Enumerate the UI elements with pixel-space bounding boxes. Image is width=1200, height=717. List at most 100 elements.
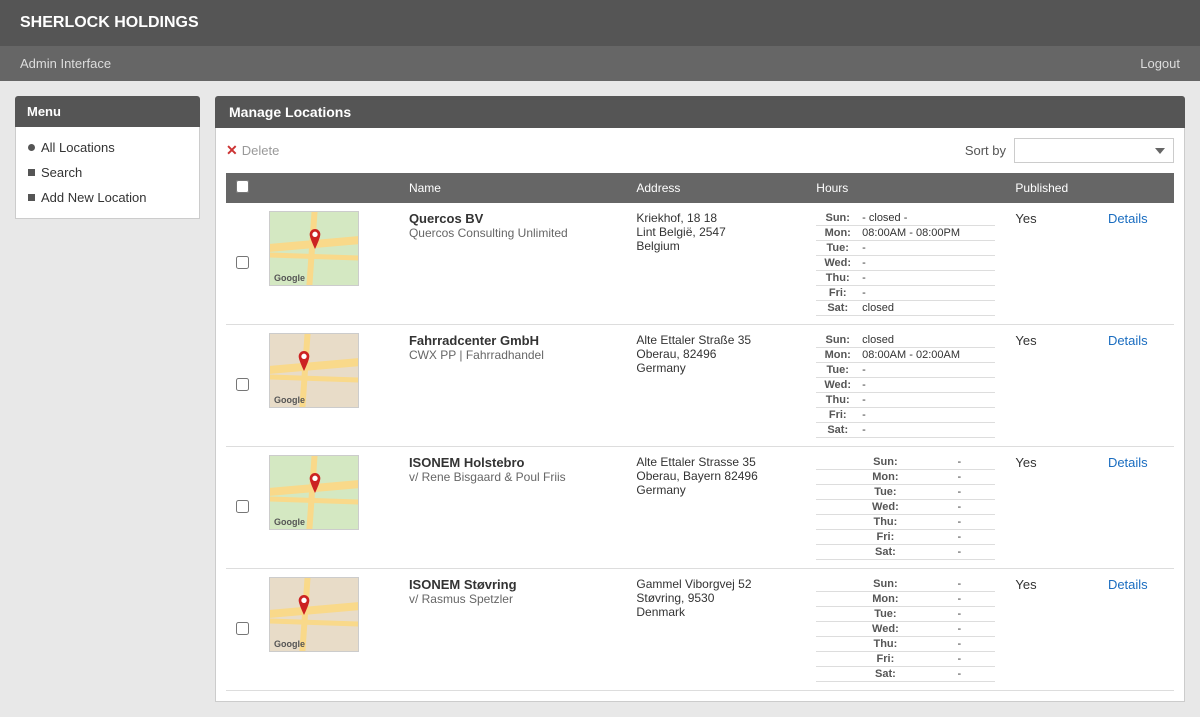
details-link[interactable]: Details <box>1108 211 1148 226</box>
row-checkbox[interactable] <box>236 256 249 269</box>
logout-button[interactable]: Logout <box>1140 56 1180 71</box>
sidebar-item-search[interactable]: Search <box>16 160 199 185</box>
time-value: closed <box>859 333 995 348</box>
hours-row: Thu: - <box>816 515 995 530</box>
hours-table: Sun: - closed - Mon: 08:00AM - 08:00PM T… <box>816 211 995 316</box>
day-label: Sun: <box>816 577 954 592</box>
row-checkbox[interactable] <box>236 378 249 391</box>
day-label: Mon: <box>816 592 954 607</box>
hours-row: Sun: - <box>816 577 995 592</box>
col-published: Published <box>1005 173 1098 203</box>
col-actions <box>1098 173 1174 203</box>
sidebar-menu-header: Menu <box>15 96 200 127</box>
day-label: Sat: <box>816 545 954 560</box>
col-hours: Hours <box>806 173 1005 203</box>
row-details-cell: Details <box>1098 325 1174 447</box>
row-checkbox[interactable] <box>236 622 249 635</box>
address-line1: Kriekhof, 18 18 <box>636 211 796 225</box>
time-value: - <box>955 637 996 652</box>
row-checkbox-cell <box>226 569 259 691</box>
row-details-cell: Details <box>1098 203 1174 325</box>
row-hours-cell: Sun: - closed - Mon: 08:00AM - 08:00PM T… <box>806 203 1005 325</box>
location-name: Fahrradcenter GmbH <box>409 333 616 348</box>
table-row: Google ISONEM Holstebro v/ Rene Bisgaard… <box>226 447 1174 569</box>
app-title: SHERLOCK HOLDINGS <box>20 14 1180 32</box>
select-all-checkbox[interactable] <box>236 180 249 193</box>
row-name-cell: Fahrradcenter GmbH CWX PP | Fahrradhande… <box>399 325 626 447</box>
map-pin-icon <box>296 594 312 616</box>
hours-row: Thu: - <box>816 393 995 408</box>
day-label: Mon: <box>816 226 859 241</box>
time-value: - <box>859 286 995 301</box>
details-link[interactable]: Details <box>1108 333 1148 348</box>
map-thumbnail: Google <box>269 455 359 530</box>
day-label: Fri: <box>816 286 859 301</box>
sub-header: Admin Interface Logout <box>0 46 1200 81</box>
time-value: - <box>859 423 995 438</box>
address-line3: Germany <box>636 361 796 375</box>
time-value: closed <box>859 301 995 316</box>
row-hours-cell: Sun: closed Mon: 08:00AM - 02:00AM Tue: … <box>806 325 1005 447</box>
row-map-cell: Google <box>259 447 399 569</box>
time-value: - <box>955 500 996 515</box>
row-checkbox[interactable] <box>236 500 249 513</box>
row-map-cell: Google <box>259 569 399 691</box>
hours-row: Wed: - <box>816 500 995 515</box>
sidebar: Menu All Locations Search Add New Locati… <box>15 96 200 702</box>
day-label: Sun: <box>816 211 859 226</box>
address-line3: Denmark <box>636 605 796 619</box>
admin-label: Admin Interface <box>20 56 111 71</box>
time-value: - <box>955 515 996 530</box>
day-label: Fri: <box>816 408 859 423</box>
day-label: Thu: <box>816 637 954 652</box>
hours-table: Sun: - Mon: - Tue: - Wed: - <box>816 455 995 560</box>
hours-row: Wed: - <box>816 378 995 393</box>
hours-row: Sat: - <box>816 423 995 438</box>
row-address-cell: Kriekhof, 18 18 Lint België, 2547 Belgiu… <box>626 203 806 325</box>
time-value: - <box>859 393 995 408</box>
hours-row: Sat: - <box>816 545 995 560</box>
address-line1: Alte Ettaler Strasse 35 <box>636 455 796 469</box>
hours-table: Sun: closed Mon: 08:00AM - 02:00AM Tue: … <box>816 333 995 438</box>
row-published-cell: Yes <box>1005 569 1098 691</box>
time-value: - <box>955 607 996 622</box>
hours-row: Fri: - <box>816 408 995 423</box>
location-name: ISONEM Holstebro <box>409 455 616 470</box>
google-label: Google <box>274 639 305 649</box>
hours-row: Fri: - <box>816 286 995 301</box>
row-address-cell: Alte Ettaler Strasse 35 Oberau, Bayern 8… <box>626 447 806 569</box>
day-label: Sat: <box>816 423 859 438</box>
time-value: - <box>955 667 996 682</box>
row-map-cell: Google <box>259 325 399 447</box>
map-thumbnail: Google <box>269 577 359 652</box>
day-label: Fri: <box>816 530 954 545</box>
row-address-cell: Alte Ettaler Straße 35 Oberau, 82496 Ger… <box>626 325 806 447</box>
time-value: - <box>859 363 995 378</box>
row-details-cell: Details <box>1098 569 1174 691</box>
square-bullet-icon-2 <box>28 194 35 201</box>
location-name: Quercos BV <box>409 211 616 226</box>
location-subtitle: v/ Rasmus Spetzler <box>409 592 616 606</box>
sort-by-label: Sort by <box>965 143 1006 158</box>
details-link[interactable]: Details <box>1108 455 1148 470</box>
sidebar-item-all-locations[interactable]: All Locations <box>16 135 199 160</box>
delete-button[interactable]: ✕ Delete <box>226 142 279 159</box>
time-value: 08:00AM - 02:00AM <box>859 348 995 363</box>
day-label: Tue: <box>816 363 859 378</box>
square-bullet-icon <box>28 169 35 176</box>
details-link[interactable]: Details <box>1108 577 1148 592</box>
sort-select[interactable]: Name Address <box>1014 138 1174 163</box>
row-published-cell: Yes <box>1005 203 1098 325</box>
hours-row: Tue: - <box>816 485 995 500</box>
hours-row: Fri: - <box>816 652 995 667</box>
address-line1: Alte Ettaler Straße 35 <box>636 333 796 347</box>
map-pin-icon <box>307 228 323 250</box>
google-label: Google <box>274 517 305 527</box>
day-label: Tue: <box>816 485 954 500</box>
day-label: Sun: <box>816 333 859 348</box>
sidebar-item-add-new-location[interactable]: Add New Location <box>16 185 199 210</box>
location-name: ISONEM Støvring <box>409 577 616 592</box>
top-header: SHERLOCK HOLDINGS <box>0 0 1200 46</box>
main-layout: Menu All Locations Search Add New Locati… <box>0 81 1200 717</box>
table-row: Google Fahrradcenter GmbH CWX PP | Fahrr… <box>226 325 1174 447</box>
